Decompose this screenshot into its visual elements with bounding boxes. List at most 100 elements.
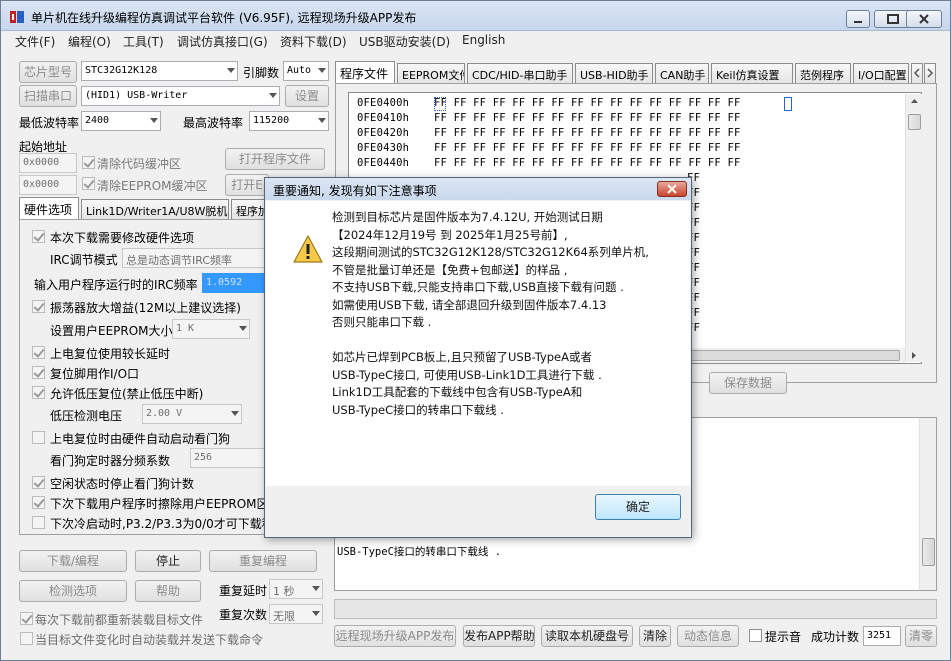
wdt-auto-checkbox[interactable] (32, 431, 45, 444)
repeat-delay-select[interactable]: 1 秒 (269, 579, 323, 599)
pin-count-value: Auto (287, 65, 312, 76)
tab-usb-hid[interactable]: USB-HID助手 (575, 63, 653, 83)
ok-button[interactable]: 确定 (595, 494, 681, 520)
lvd-voltage-select[interactable]: 2.00 V (142, 404, 242, 424)
min-baud-value: 2400 (85, 115, 110, 126)
irc-freq-input[interactable]: 1.0592 (202, 273, 272, 293)
port-settings-button[interactable]: 设置 (285, 85, 329, 107)
chevron-down-icon (312, 611, 320, 616)
hex-bytes: FF FF FF FF FF FF FF FF FF FF FF FF FF F… (434, 97, 741, 109)
reset-io-checkbox[interactable] (32, 366, 45, 379)
repeat-count-select[interactable]: 无限 (269, 604, 323, 624)
animation-info-button[interactable]: 动态信息 (677, 625, 739, 647)
hex-scrollbar[interactable] (905, 94, 922, 362)
modify-hw-label: 本次下载需要修改硬件选项 (50, 231, 195, 245)
clear-count-button[interactable]: 清零 (905, 625, 937, 647)
cold-boot-checkbox[interactable] (32, 516, 45, 529)
clear-eeprom-checkbox[interactable] (82, 177, 95, 190)
chip-model-select[interactable]: STC32G12K128 (81, 61, 238, 81)
reload-label: 每次下载前都重新装载目标文件 (35, 613, 204, 627)
osc-gain-label: 振荡器放大增益(12M以上建议选择) (50, 301, 241, 315)
menu-english[interactable]: English (462, 33, 505, 47)
menu-usb-driver[interactable]: USB驱动安装(D) (359, 33, 450, 50)
stop-button[interactable]: 停止 (135, 550, 201, 572)
clear-code-label: 清除代码缓冲区 (97, 157, 182, 171)
tab-cdc-hid-serial[interactable]: CDC/HID-串口助手 (467, 63, 573, 83)
minimize-button[interactable] (846, 10, 870, 28)
max-baud-select[interactable]: 115200 (249, 111, 329, 131)
beep-checkbox[interactable] (749, 629, 762, 642)
log-scroll-thumb[interactable] (922, 538, 935, 566)
max-baud-label: 最高波特率 (183, 116, 244, 130)
chevron-down-icon (269, 93, 277, 98)
idle-wdt-checkbox[interactable] (32, 476, 45, 489)
open-program-button[interactable]: 打开程序文件 (225, 148, 325, 170)
power-delay-checkbox[interactable] (32, 346, 45, 359)
menu-tools[interactable]: 工具(T) (123, 33, 164, 50)
tab-scroll-right[interactable] (924, 63, 936, 83)
tab-examples[interactable]: 范例程序 (795, 63, 851, 83)
lvd-reset-checkbox[interactable] (32, 386, 45, 399)
erase-eeprom-checkbox[interactable] (32, 496, 45, 509)
chip-model-value: STC32G12K128 (85, 65, 158, 76)
clear-code-checkbox[interactable] (82, 156, 95, 169)
right-tab-strip: 程序文件 EEPROM文件 CDC/HID-串口助手 USB-HID助手 CAN… (335, 61, 937, 83)
menu-download[interactable]: 资料下载(D) (280, 33, 347, 50)
ascii-cursor (784, 97, 792, 111)
reload-checkbox[interactable] (20, 612, 33, 625)
tab-can[interactable]: CAN助手 (655, 63, 709, 83)
port-value: (HID1) USB-Writer (85, 90, 188, 101)
scan-port-button[interactable]: 扫描串口 (19, 85, 77, 107)
wdt-div-label: 看门狗定时器分频系数 (50, 454, 171, 468)
reprogram-button[interactable]: 重复编程 (209, 550, 317, 572)
log-scrollbar[interactable] (919, 418, 936, 590)
port-select[interactable]: (HID1) USB-Writer (81, 86, 280, 106)
remote-upgrade-button[interactable]: 远程现场升级APP发布 (334, 625, 456, 647)
dialog-message-line: 检测到目标芯片是固件版本为7.4.12U, 开始测试日期 (332, 210, 603, 224)
tab-io-config[interactable]: I/O口配置 (853, 63, 909, 83)
dialog-message-line: 不管是批量订单还是【免费+包邮送】的样品 , (332, 262, 568, 277)
hex-bytes: FF FF FF FF FF FF FF FF FF FF FF FF FF F… (434, 157, 741, 169)
publish-app-help-button[interactable]: 发布APP帮助 (463, 625, 535, 647)
menu-bar: 文件(F) 编程(O) 工具(T) 调试仿真接口(G) 资料下载(D) USB驱… (1, 31, 950, 51)
chevron-down-icon (227, 68, 235, 73)
clear-log-button[interactable]: 清除 (639, 625, 671, 647)
menu-program[interactable]: 编程(O) (68, 33, 111, 50)
tab-program-file[interactable]: 程序文件 (335, 61, 395, 83)
tab-scroll-left[interactable] (911, 63, 923, 83)
check-options-button[interactable]: 检测选项 (19, 580, 127, 602)
tab-keil-sim[interactable]: Keil仿真设置 (711, 63, 793, 83)
irc-mode-select[interactable]: 总是动态调节IRC频率 (122, 248, 272, 268)
menu-file[interactable]: 文件(F) (15, 33, 55, 50)
window-close-button[interactable] (906, 10, 942, 28)
help-button[interactable]: 帮助 (135, 580, 201, 602)
min-baud-select[interactable]: 2400 (81, 111, 161, 131)
read-disk-id-button[interactable]: 读取本机硬盘号 (541, 625, 633, 647)
download-program-button[interactable]: 下载/编程 (19, 550, 127, 572)
tab-eeprom-file[interactable]: EEPROM文件 (397, 63, 465, 83)
tab-link1d[interactable]: Link1D/Writer1A/U8W脱机 (81, 199, 229, 219)
open-eeprom-button[interactable]: 打开E (225, 174, 269, 196)
chip-model-button[interactable]: 芯片型号 (19, 61, 77, 83)
hex-bytes: FF FF FF FF FF FF FF FF FF FF FF FF FF F… (434, 112, 741, 124)
main-window: 单片机在线升级编程仿真调试平台软件 (V6.95F), 远程现场升级APP发布 … (0, 0, 951, 661)
eeprom-address-input[interactable]: 0x0000 (19, 175, 77, 195)
eeprom-size-select[interactable]: 1 K (172, 319, 250, 339)
hex-hscroll-thumb[interactable] (680, 350, 900, 361)
dialog-close-button[interactable] (657, 181, 687, 197)
hex-scroll-thumb[interactable] (908, 114, 921, 130)
osc-gain-checkbox[interactable] (32, 300, 45, 313)
dialog-title: 重要通知, 发现有如下注意事项 (273, 184, 437, 198)
chevron-right-icon (927, 68, 934, 78)
wdt-div-select[interactable]: 256 (190, 448, 270, 468)
save-data-button[interactable]: 保存数据 (709, 372, 787, 394)
pin-count-select[interactable]: Auto (283, 61, 329, 81)
close-icon (919, 14, 929, 24)
auto-send-checkbox[interactable] (20, 632, 33, 645)
erase-eeprom-label: 下次下载用户程序时擦除用户EEPROM区 (50, 497, 269, 511)
tab-hardware-options[interactable]: 硬件选项 (19, 197, 79, 219)
code-address-input[interactable]: 0x0000 (19, 153, 77, 173)
modify-hw-checkbox[interactable] (32, 230, 45, 243)
menu-debug[interactable]: 调试仿真接口(G) (177, 33, 268, 50)
pin-count-label: 引脚数 (243, 66, 280, 80)
